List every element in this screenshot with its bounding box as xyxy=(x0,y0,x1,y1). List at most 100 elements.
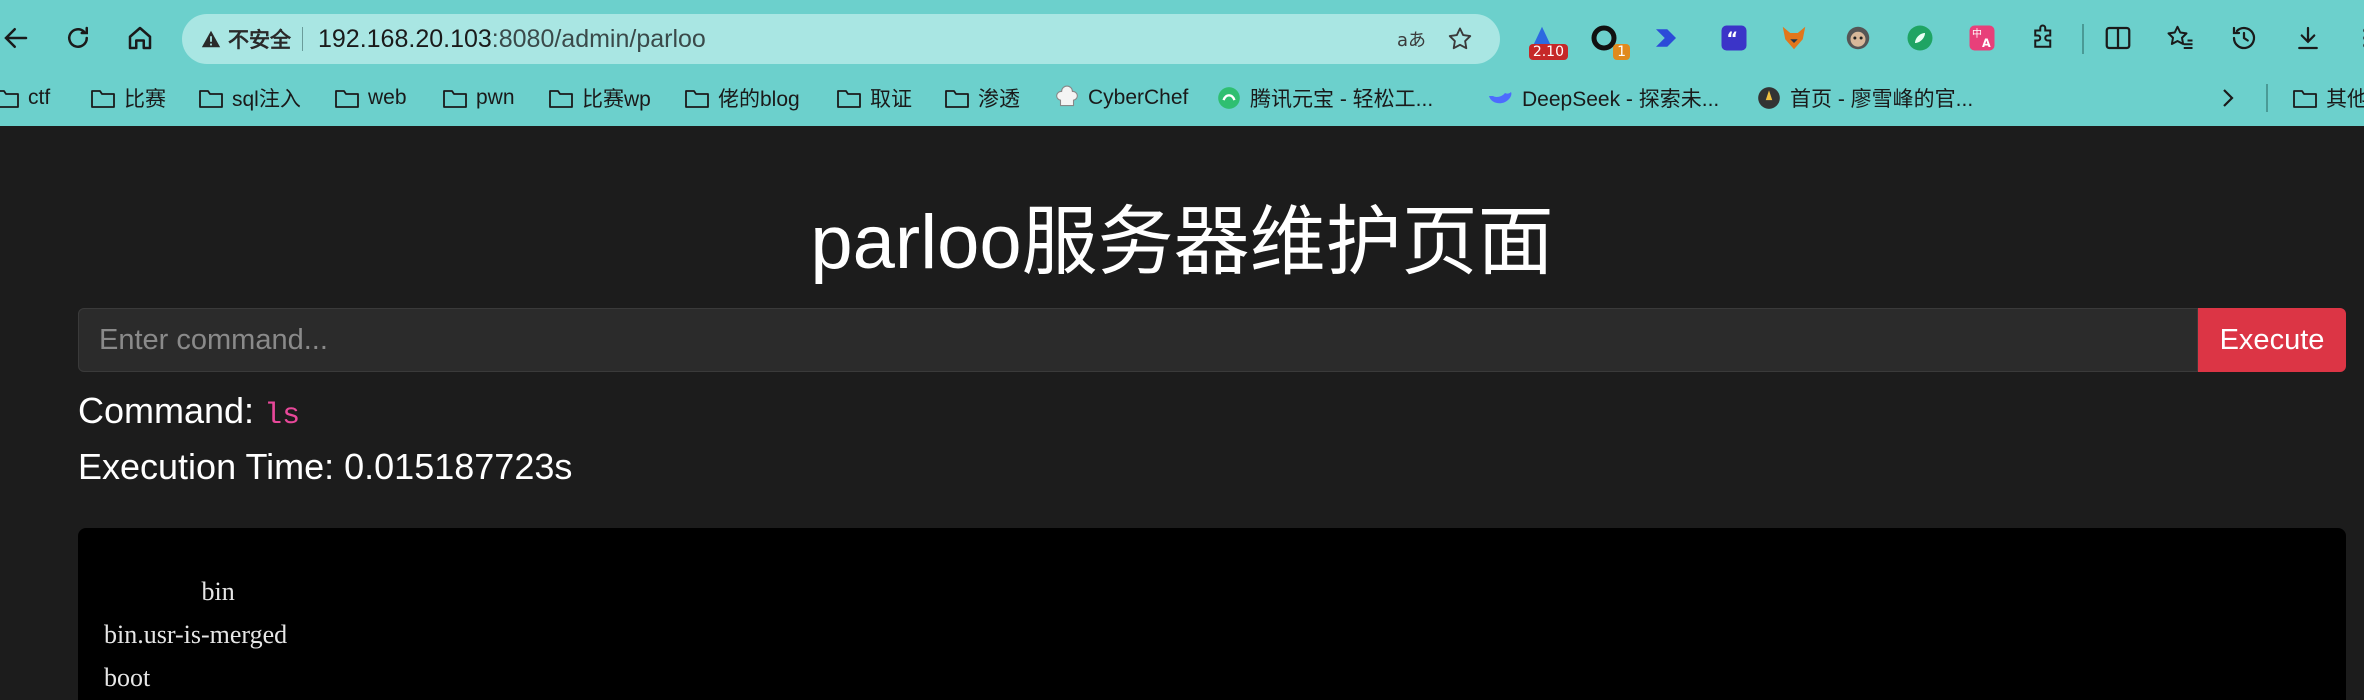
url-path: :8080/admin/parloo xyxy=(491,25,706,53)
command-output: bin bin.usr-is-merged boot xyxy=(78,528,2346,700)
yuanbao-icon xyxy=(1218,87,1240,109)
execution-time-line: Execution Time: 0.015187723s xyxy=(78,446,572,488)
svg-text:中: 中 xyxy=(1972,27,1982,40)
back-arrow-icon xyxy=(4,28,28,48)
security-label: 不安全 xyxy=(228,29,291,52)
folder-icon xyxy=(685,90,709,108)
extensions-button[interactable] xyxy=(2026,20,2062,56)
execute-button[interactable]: Execute xyxy=(2198,308,2346,372)
bookmark-label: web xyxy=(368,86,407,109)
bookmark-label: 腾讯元宝 - 轻松工... xyxy=(1250,88,1434,111)
browser-toolbar: 不安全 192.168.20.103:8080/admin/parloo aあ … xyxy=(0,0,2364,76)
ext-arrow-button[interactable] xyxy=(1648,20,1684,56)
bookmark-label: 取证 xyxy=(870,88,912,111)
chef-hat-icon xyxy=(1056,85,1078,107)
home-icon xyxy=(128,26,152,50)
ext-flag-badge: 2.10 xyxy=(1528,44,1568,60)
execution-time-value: 0.015187723s xyxy=(344,446,573,487)
ext-flag-button[interactable]: 2.10 xyxy=(1524,20,1568,60)
reload-button[interactable] xyxy=(58,18,98,58)
url-host: 192.168.20.103 xyxy=(318,25,492,53)
bookmark-blog[interactable]: 佬的blog xyxy=(684,78,800,118)
bookmark-pentest[interactable]: 渗透 xyxy=(944,78,1020,118)
omnibox-divider xyxy=(302,27,303,51)
ext-translate-icon: 中A xyxy=(1969,25,1995,51)
bookmark-pwn[interactable]: pwn xyxy=(442,78,515,118)
bookmark-ctf[interactable]: ctf xyxy=(0,78,50,118)
folder-icon xyxy=(335,90,359,108)
favorites-button[interactable] xyxy=(2162,20,2198,56)
page-content: parloo服务器维护页面 Execute Command: ls Execut… xyxy=(0,126,2364,700)
folder-icon xyxy=(0,90,19,108)
command-line: Command: ls xyxy=(78,390,300,433)
bookmark-label: 其他 xyxy=(2326,88,2364,111)
split-screen-button[interactable] xyxy=(2100,20,2136,56)
downloads-button[interactable] xyxy=(2290,20,2326,56)
whale-icon xyxy=(1489,92,1512,104)
bookmark-label: ctf xyxy=(28,86,51,109)
read-aloud-button[interactable]: aあ xyxy=(1396,23,1428,55)
command-output-text: bin bin.usr-is-merged boot xyxy=(104,577,288,692)
bookmark-other[interactable]: 其他 xyxy=(2292,78,2364,118)
back-button[interactable] xyxy=(0,18,36,58)
ext-fox-button[interactable] xyxy=(1776,20,1812,56)
history-icon xyxy=(2232,26,2256,50)
ext-translate-button[interactable]: 中A xyxy=(1964,20,2000,56)
star-icon xyxy=(1448,27,1472,50)
svg-text:“: “ xyxy=(1727,29,1739,49)
ext-leaf-button[interactable] xyxy=(1902,20,1938,56)
ext-monkey-button[interactable] xyxy=(1840,20,1876,56)
url-text[interactable]: 192.168.20.103:8080/admin/parloo xyxy=(318,25,706,54)
folder-icon xyxy=(91,90,115,108)
history-button[interactable] xyxy=(2226,20,2262,56)
bookmarks-separator xyxy=(2266,84,2268,112)
home-button[interactable] xyxy=(120,18,160,58)
ext-ring-button[interactable]: 1 xyxy=(1586,20,1630,60)
ext-fox-icon xyxy=(1782,26,1806,50)
ext-leaf-icon xyxy=(1907,25,1933,51)
security-indicator[interactable]: 不安全 xyxy=(200,27,291,52)
bookmark-label: sql注入 xyxy=(232,88,301,111)
command-label: Command: xyxy=(78,390,255,431)
bookmark-web[interactable]: web xyxy=(334,78,407,118)
address-bar[interactable]: 不安全 192.168.20.103:8080/admin/parloo aあ xyxy=(182,14,1500,64)
bookmark-cyberchef[interactable]: CyberChef xyxy=(1054,78,1188,118)
ext-quote-button[interactable]: “ xyxy=(1716,20,1752,56)
bookmark-liaoxuefeng[interactable]: 首页 - 廖雪峰的官... xyxy=(1756,78,1973,118)
site-icon xyxy=(1758,87,1780,109)
bookmarks-overflow-button[interactable] xyxy=(2218,78,2238,118)
bookmark-yuanbao[interactable]: 腾讯元宝 - 轻松工... xyxy=(1216,78,1433,118)
read-aloud-icon: aあ xyxy=(1397,30,1426,51)
bookmark-bisai[interactable]: 比赛 xyxy=(90,78,166,118)
browser-chrome: 不安全 192.168.20.103:8080/admin/parloo aあ … xyxy=(0,0,2364,126)
favorite-button[interactable] xyxy=(1444,23,1476,55)
bookmark-label: 比赛 xyxy=(124,88,166,111)
command-value: ls xyxy=(264,399,301,433)
favorites-star-icon xyxy=(2167,25,2193,49)
folder-icon xyxy=(443,90,467,108)
bookmark-sql-injection[interactable]: sql注入 xyxy=(198,78,301,118)
toolbar-separator xyxy=(2082,24,2084,54)
svg-text:A: A xyxy=(1982,37,1991,50)
svg-text:aあ: aあ xyxy=(1397,30,1426,51)
folder-icon xyxy=(2293,90,2317,108)
ext-arrow-icon xyxy=(1656,29,1676,47)
folder-icon xyxy=(837,90,861,108)
more-button[interactable] xyxy=(2344,20,2364,56)
folder-icon xyxy=(945,90,969,108)
download-icon xyxy=(2298,26,2318,50)
bookmark-bisai-wp[interactable]: 比赛wp xyxy=(548,78,651,118)
split-screen-icon xyxy=(2105,26,2131,50)
chevron-right-icon xyxy=(2223,89,2234,107)
warning-icon xyxy=(201,30,221,48)
bookmark-deepseek[interactable]: DeepSeek - 探索未... xyxy=(1486,78,1719,118)
execution-time-label: Execution Time: xyxy=(78,446,335,487)
page-title: parloo服务器维护页面 xyxy=(810,200,1554,285)
bookmark-forensics[interactable]: 取证 xyxy=(836,78,912,118)
command-input[interactable] xyxy=(78,308,2198,372)
ext-monkey-icon xyxy=(1846,26,1870,50)
bookmark-label: 佬的blog xyxy=(718,88,800,111)
bookmarks-bar: ctf 比赛 sql注入 web pwn 比赛wp 佬的blog 取证 渗透 C… xyxy=(0,78,2364,118)
ext-ring-badge: 1 xyxy=(1613,44,1630,60)
bookmark-label: pwn xyxy=(476,86,515,109)
